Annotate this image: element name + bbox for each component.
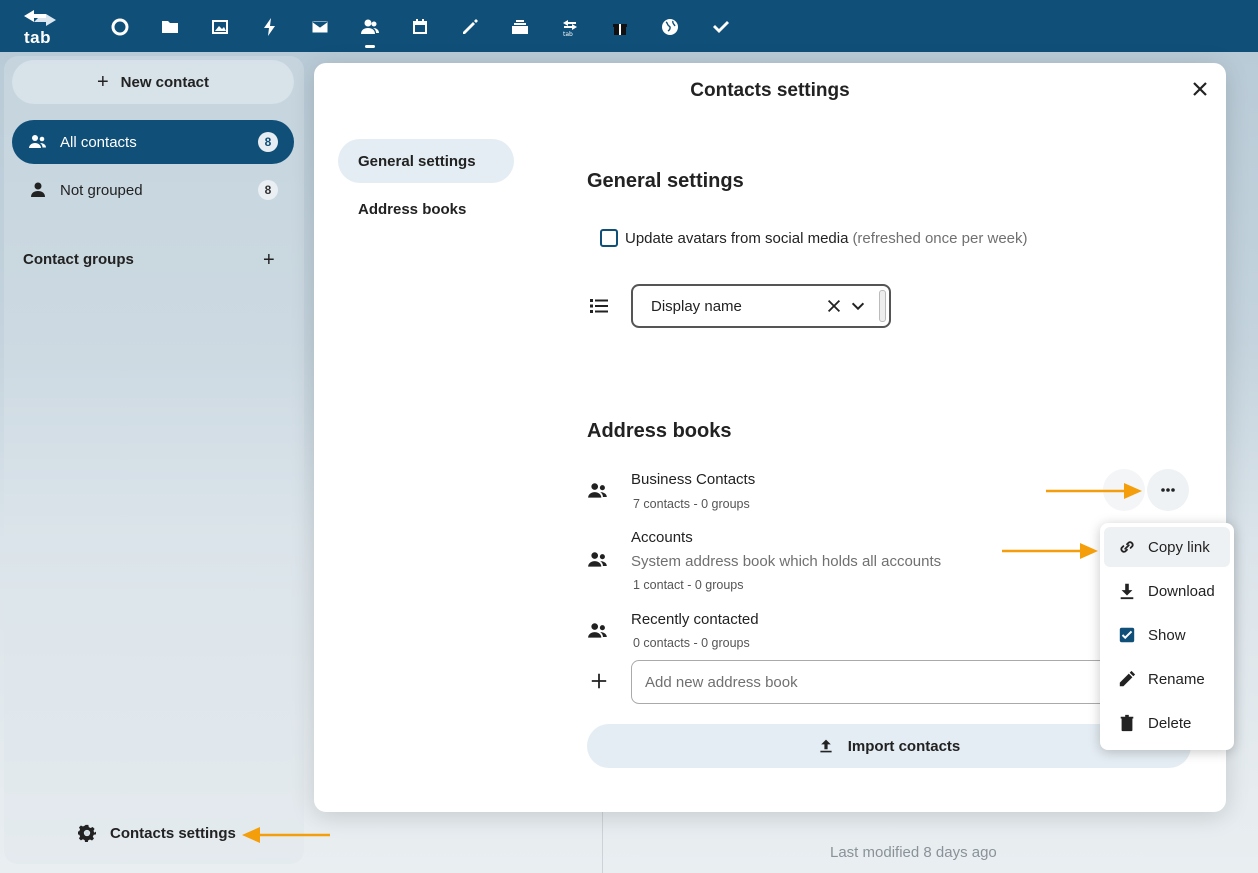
- scrollbar[interactable]: [879, 290, 886, 322]
- logo-arrows-icon: [24, 10, 56, 26]
- clear-icon[interactable]: [825, 297, 843, 315]
- addressbook-meta: 7 contacts - 0 groups: [633, 497, 750, 511]
- address-books-heading: Address books: [587, 420, 732, 442]
- import-contacts-label: Import contacts: [847, 737, 961, 755]
- checkbox-checked-icon: [1119, 627, 1135, 643]
- contacts-settings-dialog: Contacts settings General settings Addre…: [314, 63, 1226, 812]
- new-contact-label: New contact: [120, 73, 210, 91]
- sidebar-item-all-contacts[interactable]: All contacts 8: [12, 120, 294, 164]
- contacts-settings-label: Contacts settings: [110, 824, 236, 842]
- deck-icon[interactable]: [495, 12, 545, 42]
- download-icon: [1120, 583, 1134, 600]
- tab-address-books[interactable]: Address books: [338, 187, 514, 231]
- logo[interactable]: tab: [20, 8, 60, 47]
- menu-item-show[interactable]: Show: [1104, 615, 1230, 655]
- sidebar-item-label: Not grouped: [60, 181, 143, 199]
- plus-icon: +: [96, 70, 109, 93]
- checkbox-label: Update avatars from social media: [625, 229, 849, 247]
- addressbook-name: Recently contacted: [631, 611, 759, 628]
- dialog-title: Contacts settings: [690, 80, 850, 101]
- globe-icon[interactable]: [645, 12, 695, 42]
- trash-icon: [1120, 714, 1134, 732]
- contacts-icon[interactable]: [345, 12, 395, 48]
- checkbox-unchecked-icon[interactable]: [600, 229, 618, 247]
- addressbook-actions-menu: Copy link Download Show Rename Delete: [1100, 523, 1234, 750]
- people-icon: [29, 135, 46, 148]
- general-settings-heading: General settings: [587, 170, 744, 192]
- logo-text: tab: [24, 28, 51, 47]
- select-value: Display name: [651, 297, 742, 315]
- addressbook-name: Business Contacts: [631, 471, 756, 488]
- last-modified-text: Last modified 8 days ago: [830, 844, 997, 861]
- chevron-down-icon[interactable]: [849, 297, 867, 315]
- checkbox-hint: (refreshed once per week): [852, 229, 1028, 247]
- contact-groups-heading: Contact groups: [23, 251, 134, 268]
- menu-item-label: Delete: [1148, 714, 1192, 732]
- addressbook-row: Recently contacted 0 contacts - 0 groups: [587, 609, 1187, 659]
- tasks-icon[interactable]: [695, 12, 745, 42]
- menu-item-label: Rename: [1148, 670, 1205, 688]
- app-menu: tab: [95, 12, 745, 48]
- svg-text:tab: tab: [563, 31, 573, 37]
- tab-icon[interactable]: tab: [545, 12, 595, 42]
- notes-icon[interactable]: [445, 12, 495, 42]
- menu-item-label: Download: [1148, 582, 1215, 600]
- tab-general-settings[interactable]: General settings: [338, 139, 514, 183]
- addressbook-description: System address book which holds all acco…: [631, 553, 942, 570]
- menu-item-label: Show: [1148, 626, 1186, 644]
- people-icon: [588, 483, 607, 498]
- ellipsis-icon: [1161, 488, 1175, 492]
- menu-item-rename[interactable]: Rename: [1104, 659, 1230, 699]
- sidebar-item-not-grouped[interactable]: Not grouped 8: [12, 168, 294, 212]
- people-icon: [588, 552, 607, 567]
- menu-item-label: Copy link: [1148, 538, 1210, 556]
- more-actions-button[interactable]: [1147, 469, 1189, 511]
- upload-icon: [820, 739, 832, 753]
- addressbook-meta: 1 contact - 0 groups: [633, 578, 744, 592]
- annotation-arrow-icon: [1046, 483, 1142, 499]
- contacts-settings-button[interactable]: Contacts settings: [78, 824, 236, 842]
- add-group-button[interactable]: +: [263, 249, 275, 272]
- sort-by-select[interactable]: Display name: [631, 284, 891, 328]
- annotation-arrow-icon: [1002, 543, 1098, 559]
- sidebar-item-label: All contacts: [60, 133, 137, 151]
- menu-item-download[interactable]: Download: [1104, 571, 1230, 611]
- photos-icon[interactable]: [195, 12, 245, 42]
- addressbook-name: Accounts: [631, 529, 693, 546]
- count-badge: 8: [258, 132, 278, 152]
- divider: [602, 812, 603, 873]
- mail-icon[interactable]: [295, 12, 345, 42]
- menu-item-delete[interactable]: Delete: [1104, 703, 1230, 743]
- new-contact-button[interactable]: + New contact: [12, 60, 294, 104]
- pencil-icon: [1119, 670, 1136, 687]
- files-icon[interactable]: [145, 12, 195, 42]
- annotation-arrow-icon: [242, 827, 330, 843]
- plus-icon: [591, 673, 607, 689]
- calendar-icon[interactable]: [395, 12, 445, 42]
- menu-item-copy-link[interactable]: Copy link: [1104, 527, 1230, 567]
- dashboard-icon[interactable]: [95, 12, 145, 42]
- gear-icon: [78, 824, 96, 842]
- gift-icon[interactable]: [595, 12, 645, 42]
- addressbook-meta: 0 contacts - 0 groups: [633, 636, 750, 650]
- addressbook-row: Accounts System address book which holds…: [587, 527, 1187, 597]
- list-sort-icon: [590, 299, 608, 313]
- close-icon[interactable]: [1190, 79, 1210, 99]
- link-icon: [1120, 541, 1134, 553]
- top-bar: tab tab: [0, 0, 1258, 52]
- update-avatars-checkbox[interactable]: Update avatars from social media (refres…: [600, 229, 1028, 247]
- count-badge: 8: [258, 180, 278, 200]
- activity-icon[interactable]: [245, 12, 295, 42]
- people-icon: [588, 623, 607, 638]
- person-icon: [31, 182, 45, 197]
